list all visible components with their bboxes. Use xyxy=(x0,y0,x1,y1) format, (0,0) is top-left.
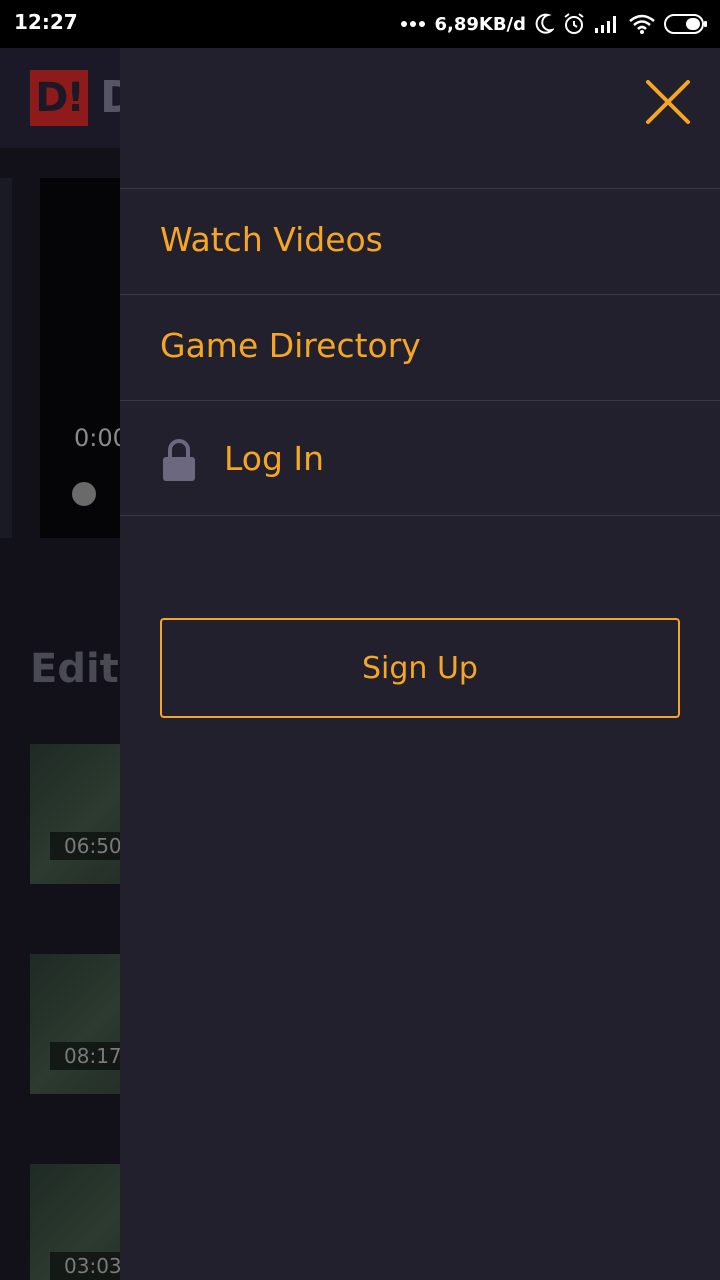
site-logo: D! xyxy=(30,70,88,126)
network-speed: 6,89KB/d xyxy=(434,13,526,35)
status-time: 12:27 xyxy=(14,10,78,34)
lock-icon xyxy=(163,439,195,481)
screen: 12:27 6,89KB/d D! D 0:00 Edito 06:50 08:… xyxy=(0,0,720,1280)
divider xyxy=(120,188,720,189)
status-icons: 6,89KB/d xyxy=(400,9,708,39)
close-icon xyxy=(646,80,690,124)
menu-item-game-directory[interactable]: Game Directory xyxy=(160,326,421,365)
video-seek-knob xyxy=(72,482,96,506)
signal-icon xyxy=(594,14,620,34)
dots-icon xyxy=(400,20,426,28)
menu-item-log-in[interactable]: Log In xyxy=(224,439,324,478)
moon-icon xyxy=(534,13,554,35)
divider xyxy=(120,294,720,295)
wifi-icon xyxy=(628,13,656,35)
alarm-icon xyxy=(562,12,586,36)
status-bar: 12:27 6,89KB/d xyxy=(0,0,720,48)
divider xyxy=(120,515,720,516)
divider xyxy=(120,400,720,401)
menu-item-watch-videos[interactable]: Watch Videos xyxy=(160,220,383,259)
navigation-drawer: Watch Videos Game Directory Log In Sign … xyxy=(120,48,720,1280)
close-button[interactable] xyxy=(644,78,692,126)
battery-icon xyxy=(664,13,708,35)
sign-up-button[interactable]: Sign Up xyxy=(160,618,680,718)
video-strip xyxy=(0,178,12,538)
